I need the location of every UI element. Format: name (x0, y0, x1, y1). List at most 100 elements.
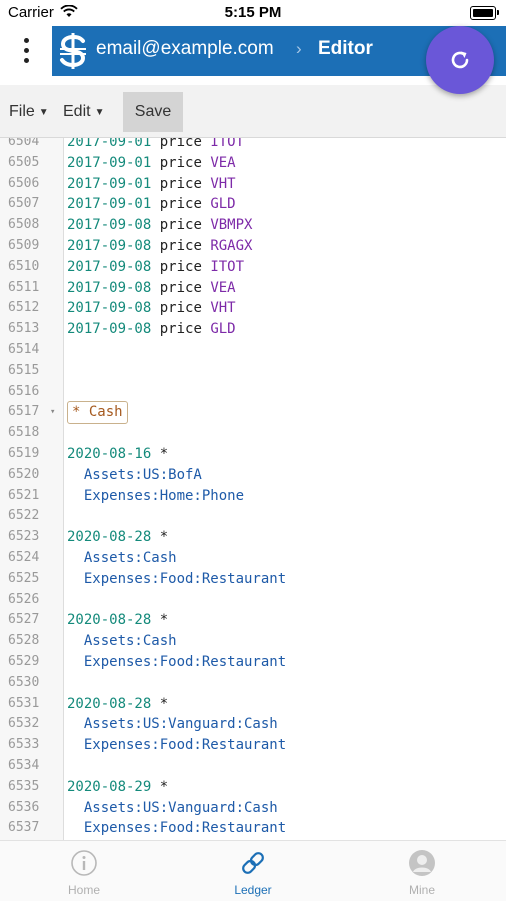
line-number: 6516 (8, 383, 40, 399)
line-code: 2020-08-28 * (67, 527, 168, 548)
editor-line[interactable]: 6519 2020-08-16 * (0, 444, 506, 465)
save-button[interactable]: Save (123, 92, 183, 132)
editor-line[interactable]: 6513 2017-09-08 price GLD (0, 319, 506, 340)
editor-line[interactable]: 6507 2017-09-01 price GLD (0, 194, 506, 215)
editor-line[interactable]: 6521 Expenses:Home:Phone (0, 486, 506, 507)
posting-account: Expenses:Food:Restaurant (67, 653, 287, 670)
line-code: 2017-09-01 price VEA (67, 153, 236, 174)
editor-line[interactable]: 6511 2017-09-08 price VEA (0, 278, 506, 299)
line-code: Expenses:Food:Restaurant (67, 652, 286, 673)
line-code: 2017-09-08 price ITOT (67, 257, 244, 278)
editor-line[interactable]: 6517 ▾ * Cash (0, 401, 506, 425)
section-heading: * Cash (67, 401, 128, 425)
editor-line[interactable]: 6532 Assets:US:Vanguard:Cash (0, 714, 506, 735)
directive-keyword: price (159, 138, 202, 150)
edit-menu[interactable]: Edit ▼ (63, 103, 104, 121)
app-logo-icon (56, 32, 90, 70)
line-code: 2017-09-08 price GLD (67, 319, 236, 340)
commodity-symbol: VEA (210, 279, 236, 296)
entry-date: 2017-09-08 (67, 300, 152, 317)
editor-line[interactable]: 6512 2017-09-08 price VHT (0, 298, 506, 319)
more-menu-button[interactable] (0, 26, 52, 76)
editor-line[interactable]: 6506 2017-09-01 price VHT (0, 174, 506, 195)
line-code: 2020-08-16 * (67, 444, 168, 465)
editor-line[interactable]: 6505 2017-09-01 price VEA (0, 153, 506, 174)
caret-down-icon: ▼ (38, 107, 49, 118)
editor-line[interactable]: 6528 Assets:Cash (0, 631, 506, 652)
editor-line[interactable]: 6527 2020-08-28 * (0, 610, 506, 631)
line-code: Expenses:Food:Restaurant (67, 569, 286, 590)
line-number: 6536 (8, 799, 40, 815)
line-number: 6531 (8, 695, 40, 711)
directive-keyword: price (159, 196, 202, 213)
editor-line[interactable]: 6508 2017-09-08 price VBMPX (0, 215, 506, 236)
tab-mine[interactable]: Mine (338, 841, 506, 901)
editor-line[interactable]: 6510 2017-09-08 price ITOT (0, 257, 506, 278)
editor-line[interactable]: 6504 2017-09-01 price ITOT (0, 138, 506, 153)
editor-line[interactable]: 6509 2017-09-08 price RGAGX (0, 236, 506, 257)
posting-account: Assets:Cash (67, 633, 177, 650)
line-code: Expenses:Food:Restaurant (67, 818, 286, 839)
commodity-symbol: GLD (210, 196, 236, 213)
editor-line[interactable]: 6537 Expenses:Food:Restaurant (0, 818, 506, 839)
refresh-button[interactable] (426, 26, 494, 94)
line-number: 6526 (8, 591, 40, 607)
line-number: 6524 (8, 549, 40, 565)
editor-line[interactable]: 6515 (0, 361, 506, 382)
directive-keyword: price (159, 175, 202, 192)
file-menu[interactable]: File ▼ (9, 103, 49, 121)
entry-date: 2017-09-01 (67, 154, 152, 171)
editor-line[interactable]: 6536 Assets:US:Vanguard:Cash (0, 798, 506, 819)
line-number: 6533 (8, 737, 40, 753)
entry-date: 2020-08-28 (67, 529, 152, 546)
line-number: 6522 (8, 508, 40, 524)
caret-down-icon: ▼ (94, 107, 105, 118)
line-number: 6504 (8, 138, 40, 149)
editor-line[interactable]: 6530 (0, 673, 506, 694)
line-code: Expenses:Food:Restaurant (67, 735, 286, 756)
entry-date: 2017-09-01 (67, 196, 152, 213)
editor-line[interactable]: 6518 (0, 423, 506, 444)
transaction-flag: * (159, 529, 169, 546)
line-code: 2020-08-29 * (67, 777, 168, 798)
line-code: Assets:US:Vanguard:Cash (67, 798, 278, 819)
editor-line[interactable]: 6525 Expenses:Food:Restaurant (0, 569, 506, 590)
entry-date: 2017-09-01 (67, 138, 152, 150)
directive-keyword: price (159, 154, 202, 171)
link-icon (242, 852, 264, 874)
editor-line[interactable]: 6520 Assets:US:BofA (0, 465, 506, 486)
editor-line[interactable]: 6524 Assets:Cash (0, 548, 506, 569)
editor-line[interactable]: 6533 Expenses:Food:Restaurant (0, 735, 506, 756)
line-code: 2020-08-28 * (67, 694, 168, 715)
fold-toggle-icon[interactable]: ▾ (50, 402, 55, 423)
commodity-symbol: GLD (210, 321, 236, 338)
line-code: 2017-09-08 price RGAGX (67, 236, 252, 257)
user-icon (409, 850, 435, 876)
status-bar: Carrier 5:15 PM (0, 0, 506, 26)
editor-line[interactable]: 6516 (0, 382, 506, 403)
info-icon (71, 850, 97, 876)
editor-line[interactable]: 6514 (0, 340, 506, 361)
tab-ledger-label: Ledger (234, 883, 272, 897)
entry-date: 2017-09-01 (67, 175, 152, 192)
line-number: 6530 (8, 674, 40, 690)
entry-date: 2017-09-08 (67, 237, 152, 254)
editor-line[interactable]: 6526 (0, 590, 506, 611)
line-number: 6515 (8, 362, 40, 378)
file-menu-label: File (9, 103, 35, 120)
line-number: 6512 (8, 300, 40, 316)
editor-line[interactable]: 6522 (0, 506, 506, 527)
editor-line[interactable]: 6531 2020-08-28 * (0, 694, 506, 715)
directive-keyword: price (159, 279, 202, 296)
line-number: 6528 (8, 633, 40, 649)
tab-home[interactable]: Home (0, 841, 168, 901)
editor-line[interactable]: 6523 2020-08-28 * (0, 527, 506, 548)
line-number: 6506 (8, 175, 40, 191)
editor-line[interactable]: 6535 2020-08-29 * (0, 777, 506, 798)
code-editor[interactable]: 6504 2017-09-01 price ITOT 6505 2017-09-01 … (0, 138, 506, 840)
tab-ledger[interactable]: Ledger (169, 841, 337, 901)
clock: 5:15 PM (224, 4, 282, 21)
editor-line[interactable]: 6534 (0, 756, 506, 777)
account-breadcrumb[interactable]: email@example.com (96, 38, 274, 60)
editor-line[interactable]: 6529 Expenses:Food:Restaurant (0, 652, 506, 673)
